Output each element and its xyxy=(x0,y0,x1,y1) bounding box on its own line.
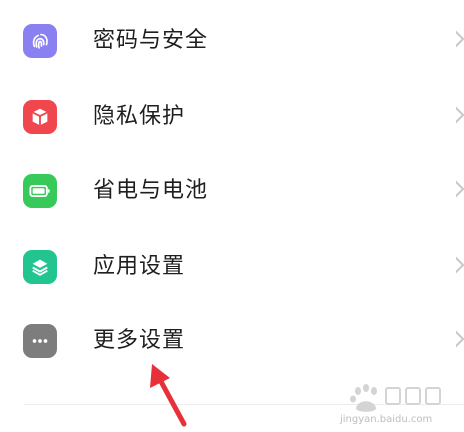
chevron-right-icon xyxy=(456,28,464,50)
chevron-right-icon xyxy=(456,328,464,350)
settings-item-privacy[interactable]: 隐私保护 xyxy=(0,78,464,154)
chevron-right-icon xyxy=(456,178,464,200)
settings-item-more-settings[interactable]: 更多设置 xyxy=(0,302,464,378)
battery-icon xyxy=(23,174,57,208)
settings-item-label: 应用设置 xyxy=(93,254,186,279)
settings-item-label: 隐私保护 xyxy=(93,104,186,129)
settings-item-label: 省电与电池 xyxy=(93,178,209,203)
red-arrow-annotation-icon xyxy=(150,364,187,427)
settings-item-battery[interactable]: 省电与电池 xyxy=(0,152,464,228)
settings-item-label: 更多设置 xyxy=(93,328,186,353)
chevron-right-icon xyxy=(456,104,464,126)
chevron-right-icon xyxy=(456,254,464,276)
watermark-url: jingyan.baidu.com xyxy=(340,414,433,425)
more-dots-icon xyxy=(23,324,57,358)
app-layers-icon xyxy=(23,250,57,284)
privacy-shield-icon xyxy=(23,100,57,134)
settings-item-password-security[interactable]: 密码与安全 xyxy=(0,2,464,78)
fingerprint-icon xyxy=(23,24,57,58)
settings-item-app-settings[interactable]: 应用设置 xyxy=(0,228,464,304)
settings-item-label: 密码与安全 xyxy=(93,28,209,53)
